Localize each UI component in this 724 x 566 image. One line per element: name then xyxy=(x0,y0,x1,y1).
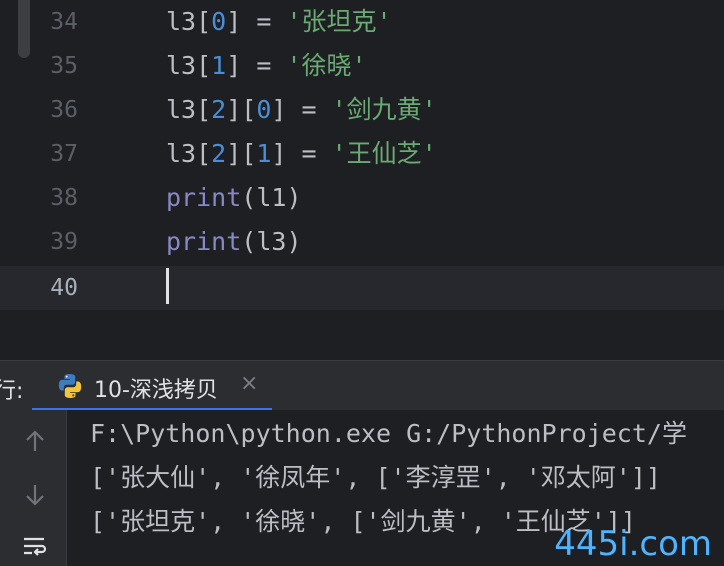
code-string: '剑九黄' xyxy=(331,95,437,124)
arrow-down-icon[interactable] xyxy=(20,480,50,510)
code-string: '张坦克' xyxy=(286,7,392,36)
console-toolbar xyxy=(0,410,67,566)
line-number: 39 xyxy=(50,229,78,255)
code-bracket: ] = xyxy=(226,7,287,36)
run-tool-window-header: 行: 10-深浅拷贝 × xyxy=(0,360,724,411)
code-builtin: print xyxy=(166,183,242,212)
editor-empty-area[interactable] xyxy=(0,310,724,360)
run-label: 行: xyxy=(0,379,24,404)
code-string: '王仙芝' xyxy=(331,139,437,168)
code-paren: ) xyxy=(286,227,302,256)
soft-wrap-icon[interactable] xyxy=(20,532,50,562)
close-icon[interactable]: × xyxy=(240,371,258,396)
code-variable: l1 xyxy=(256,183,287,212)
code-bracket: ][ xyxy=(226,95,257,124)
code-paren: ( xyxy=(241,227,257,256)
code-line[interactable]: l3[2][0] = '剑九黄' xyxy=(166,88,437,132)
code-bracket: ] = xyxy=(226,51,287,80)
code-number: 1 xyxy=(211,51,227,80)
code-paren: ( xyxy=(241,183,257,212)
text-caret xyxy=(166,268,169,304)
line-number-current: 40 xyxy=(50,275,78,301)
line-number: 35 xyxy=(50,53,78,79)
code-builtin: print xyxy=(166,227,242,256)
code-variable: l3 xyxy=(166,139,197,168)
python-icon xyxy=(58,374,82,398)
code-variable: l3 xyxy=(166,7,197,36)
run-console[interactable]: F:\Python\python.exe G:/PythonProject/学 … xyxy=(0,410,724,566)
tab-run-config[interactable]: 10-深浅拷贝 × xyxy=(32,361,272,411)
line-number: 38 xyxy=(50,185,78,211)
code-line[interactable]: print(l3) xyxy=(166,220,302,264)
code-variable: l3 xyxy=(166,95,197,124)
line-number: 36 xyxy=(50,97,78,123)
code-string: '徐晓' xyxy=(286,51,367,80)
code-number: 2 xyxy=(211,95,227,124)
code-number: 0 xyxy=(256,95,272,124)
code-bracket: [ xyxy=(196,139,212,168)
console-output-line: ['张大仙', '徐凤年', ['李淳罡', '邓太阿']] xyxy=(90,463,661,492)
code-variable: l3 xyxy=(256,227,287,256)
code-line[interactable]: l3[0] = '张坦克' xyxy=(166,0,392,44)
code-number: 2 xyxy=(211,139,227,168)
code-number: 1 xyxy=(256,139,272,168)
tab-title: 10-深浅拷贝 xyxy=(94,378,218,403)
code-bracket: [ xyxy=(196,95,212,124)
code-variable: l3 xyxy=(166,51,197,80)
watermark: 445i.com xyxy=(554,524,712,564)
line-number: 34 xyxy=(50,9,78,35)
code-bracket: ] = xyxy=(271,95,332,124)
code-bracket: [ xyxy=(196,7,212,36)
arrow-up-icon[interactable] xyxy=(20,426,50,456)
code-number: 0 xyxy=(211,7,227,36)
code-bracket: ] = xyxy=(271,139,332,168)
line-number-gutter: 34 35 36 37 38 39 40 xyxy=(0,0,120,310)
code-line[interactable]: print(l1) xyxy=(166,176,302,220)
console-output-line: F:\Python\python.exe G:/PythonProject/学 xyxy=(90,419,687,448)
line-number: 37 xyxy=(50,141,78,167)
code-paren: ) xyxy=(286,183,302,212)
code-line[interactable]: l3[2][1] = '王仙芝' xyxy=(166,132,437,176)
code-editor[interactable]: 34 35 36 37 38 39 40 l3[0] = '张坦克' l3[1]… xyxy=(0,0,724,360)
code-line[interactable]: l3[1] = '徐晓' xyxy=(166,44,367,88)
code-bracket: ][ xyxy=(226,139,257,168)
code-bracket: [ xyxy=(196,51,212,80)
